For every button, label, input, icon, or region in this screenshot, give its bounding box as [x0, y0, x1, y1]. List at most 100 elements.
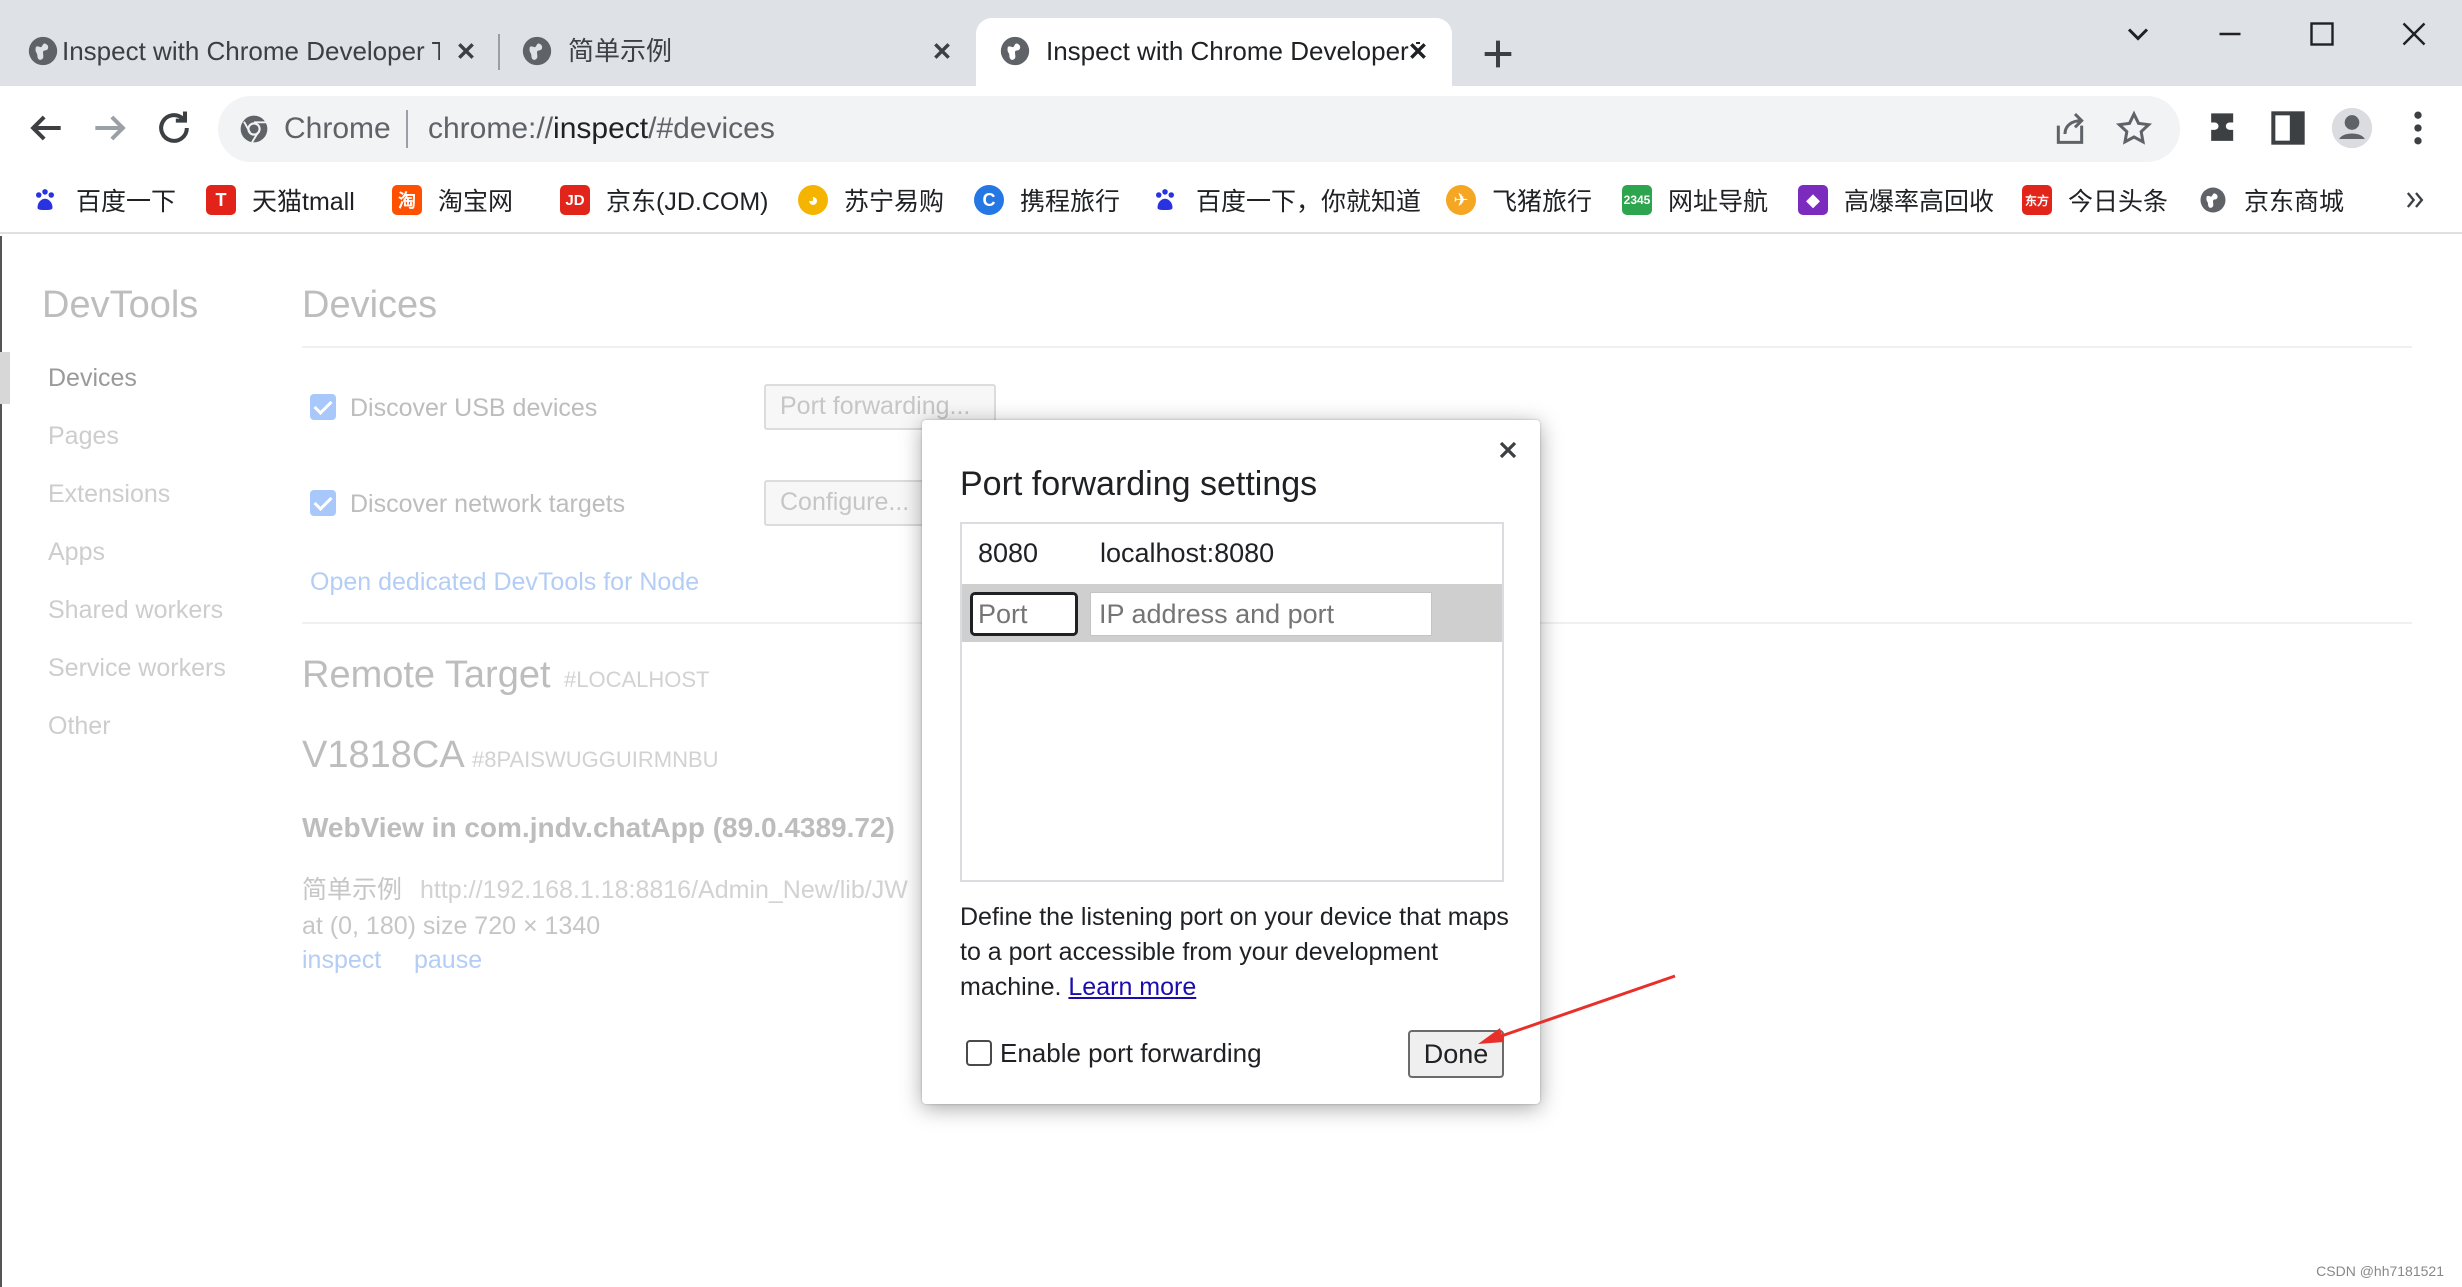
bookmarks-bar: 百度一下 T 天猫tmall 淘 淘宝网 JD 京东(JD.COM) ◕ 苏宁易… [0, 172, 2462, 234]
sidebar-item-apps[interactable]: Apps [48, 536, 105, 568]
rule-address: localhost:8080 [1100, 538, 1275, 568]
port-forwarding-rules-list: 8080 localhost:8080 [960, 522, 1504, 882]
tab-inspect-active[interactable]: Inspect with Chrome Developer Tools [976, 18, 1452, 86]
bookmark-item[interactable]: ✈ 飞猪旅行 [1446, 180, 1592, 220]
bookmark-item[interactable]: ◕ 苏宁易购 [798, 180, 944, 220]
globe-icon [1000, 36, 1030, 66]
configure-button[interactable]: Configure... [764, 480, 928, 526]
site-chip-label: Chrome [284, 112, 391, 145]
extensions-puzzle-icon[interactable] [2202, 106, 2246, 150]
rule-row[interactable]: 8080 localhost:8080 [962, 524, 1502, 582]
fliggy-icon: ✈ [1446, 185, 1476, 215]
pause-link[interactable]: pause [414, 944, 482, 976]
url-text[interactable]: chrome://inspect/#devices [428, 110, 775, 148]
tab-inspect-1[interactable]: Inspect with Chrome Developer Tools [0, 18, 498, 86]
sidebar-item-shared-workers[interactable]: Shared workers [48, 594, 223, 626]
target-url: http://192.168.1.18:8816/Admin_New/lib/J… [420, 876, 908, 904]
sidebar-item-devices[interactable]: Devices [48, 362, 137, 394]
close-icon[interactable] [1494, 436, 1522, 464]
bookmark-label: 网址导航 [1668, 188, 1769, 216]
window-close-icon[interactable] [2396, 16, 2432, 52]
globe-icon [522, 36, 552, 66]
profile-avatar-icon[interactable] [2330, 106, 2374, 150]
toolbar: Chrome chrome://inspect/#devices [0, 86, 2462, 172]
bookmark-item[interactable]: T 天猫tmall [206, 180, 355, 220]
discover-network-checkbox[interactable] [310, 490, 336, 516]
minimize-icon[interactable] [2212, 16, 2248, 52]
bookmark-item[interactable]: C 携程旅行 [974, 180, 1120, 220]
bookmark-label: 携程旅行 [1020, 188, 1121, 216]
bookmark-item[interactable]: 淘 淘宝网 [392, 180, 513, 220]
sidebar-item-service-workers[interactable]: Service workers [48, 652, 226, 684]
address-bar[interactable]: Chrome chrome://inspect/#devices [218, 96, 2180, 162]
taobao-icon: 淘 [392, 185, 422, 215]
suning-icon: ◕ [798, 185, 828, 215]
device-serial: #8PAISWUGGUIRMNBU [472, 747, 719, 772]
discover-usb-label: Discover USB devices [350, 394, 598, 422]
address-input[interactable] [1090, 592, 1432, 636]
bookmark-star-icon[interactable] [2114, 109, 2154, 149]
new-tab-icon[interactable] [1478, 34, 1518, 74]
sidebar-title: DevTools [42, 284, 199, 326]
dialog-title: Port forwarding settings [960, 465, 1318, 503]
target-title: 简单示例 [302, 876, 403, 904]
bookmark-item[interactable]: 百度一下 [30, 180, 176, 220]
bookmark-label: 京东商城 [2244, 188, 2345, 216]
globe-icon [2198, 185, 2228, 215]
port-input[interactable] [970, 592, 1078, 636]
learn-more-link[interactable]: Learn more [1068, 973, 1196, 1001]
sidebar-item-pages[interactable]: Pages [48, 420, 119, 452]
annotation-arrow-icon [1478, 974, 1676, 1044]
enable-port-forwarding-checkbox[interactable] [966, 1040, 992, 1066]
2345-icon: 2345 [1622, 185, 1652, 215]
tab-title: 简单示例 [568, 36, 673, 66]
tab-strip: Inspect with Chrome Developer Tools 简单示例… [0, 0, 2462, 86]
discover-usb-checkbox[interactable] [310, 394, 336, 420]
ctrip-icon: C [974, 185, 1004, 215]
chrome-logo-icon [240, 115, 268, 143]
close-icon[interactable] [926, 35, 958, 67]
webview-label: WebView in com.jndv.chatApp (89.0.4389.7… [302, 812, 895, 843]
bookmark-label: 天猫tmall [252, 188, 355, 216]
node-devtools-link[interactable]: Open dedicated DevTools for Node [310, 566, 699, 598]
back-arrow-icon[interactable] [24, 106, 68, 150]
more-bookmarks-chevron-icon[interactable] [2402, 186, 2430, 214]
inspect-link[interactable]: inspect [302, 944, 381, 976]
close-icon[interactable] [1402, 35, 1434, 67]
maximize-icon[interactable] [2304, 16, 2340, 52]
bookmark-label: 百度一下 [76, 188, 177, 216]
device-name: V1818CA [302, 734, 465, 776]
globe-icon [28, 36, 58, 66]
bookmark-item[interactable]: JD 京东(JD.COM) [560, 180, 768, 220]
kebab-menu-icon[interactable] [2396, 106, 2440, 150]
baidu-paw-icon [1150, 185, 1180, 215]
bookmark-label: 京东(JD.COM) [606, 188, 769, 216]
target-geometry: at (0, 180) size 720 × 1340 [302, 912, 601, 940]
forward-arrow-icon[interactable] [88, 106, 132, 150]
tab-title: Inspect with Chrome Developer Tools [1046, 36, 1420, 66]
jd-icon: JD [560, 185, 590, 215]
bookmark-label: 今日头条 [2068, 188, 2169, 216]
address-divider [406, 110, 408, 148]
bookmark-item[interactable]: 东方 今日头条 [2022, 180, 2168, 220]
sidebar-item-extensions[interactable]: Extensions [48, 478, 170, 510]
bookmark-item[interactable]: 2345 网址导航 [1622, 180, 1768, 220]
bookmark-item[interactable]: 京东商城 [2198, 180, 2344, 220]
close-icon[interactable] [450, 35, 482, 67]
tab-search-chevron-icon[interactable] [2120, 16, 2156, 52]
help-text: Define the listening port on your device… [960, 903, 1509, 1001]
rule-port: 8080 [978, 538, 1039, 568]
devices-heading: Devices [302, 284, 438, 326]
bookmark-item[interactable]: ◆ 高爆率高回收 [1798, 180, 1994, 220]
tab-simple-example[interactable]: 简单示例 [500, 18, 974, 86]
bookmark-label: 淘宝网 [438, 188, 514, 216]
sidebar-item-other[interactable]: Other [48, 710, 111, 742]
bookmark-label: 苏宁易购 [844, 188, 945, 216]
reload-icon[interactable] [152, 106, 196, 150]
game-icon: ◆ [1798, 185, 1828, 215]
discover-network-label: Discover network targets [350, 490, 626, 518]
side-panel-icon[interactable] [2266, 106, 2310, 150]
bookmark-item[interactable]: 百度一下，你就知道 [1150, 180, 1421, 220]
tmall-icon: T [206, 185, 236, 215]
share-icon[interactable] [2050, 109, 2090, 149]
